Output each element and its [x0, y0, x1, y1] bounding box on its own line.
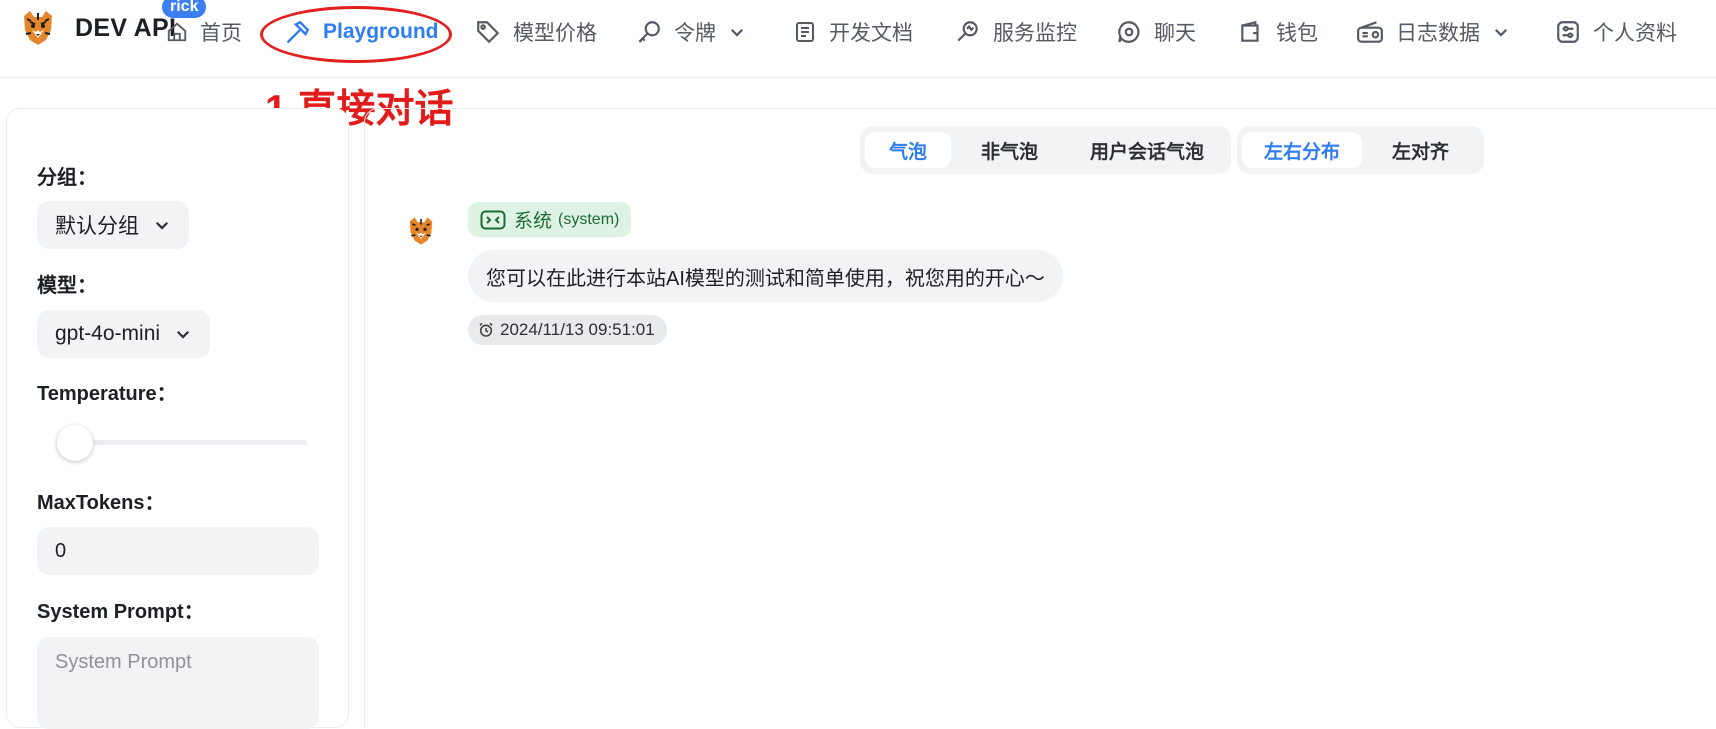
- nav-item-monitor[interactable]: 服务监控: [955, 12, 1077, 52]
- max-tokens-input[interactable]: [37, 527, 319, 575]
- nav-item-docs[interactable]: 开发文档: [793, 12, 913, 52]
- home-icon: [167, 22, 187, 42]
- key-icon: [638, 21, 660, 43]
- nav-item-chat[interactable]: 聊天: [1116, 12, 1196, 52]
- chevron-down-icon: [155, 221, 169, 230]
- brand-title[interactable]: DEV API: [75, 14, 176, 43]
- message-timestamp: 2024/11/13 09:51:01: [468, 315, 667, 345]
- nav-item-logs[interactable]: 日志数据: [1356, 12, 1510, 52]
- tag-icon: [477, 21, 500, 44]
- settings-sidebar: 分组： 默认分组 模型： gpt-4o-mini Temperature： Ma…: [6, 108, 349, 729]
- group-select[interactable]: 默认分组: [37, 201, 189, 249]
- alarm-clock-icon: [479, 322, 493, 337]
- tiger-avatar-icon: [405, 212, 437, 250]
- bubble-style-option[interactable]: 用户会话气泡: [1068, 132, 1226, 168]
- nav-label: 聊天: [1154, 22, 1196, 45]
- model-label: 模型：: [37, 275, 97, 297]
- top-navigation-bar: DEV API rick 首页 Playground 模型价格 令牌 开发文档 …: [0, 0, 1716, 78]
- model-select-value: gpt-4o-mini: [55, 322, 161, 345]
- nav-label: 模型价格: [513, 22, 597, 45]
- terminal-icon: [480, 210, 506, 229]
- role-name: 系统: [514, 211, 553, 232]
- alignment-toggle: 左右分布 左对齐: [1237, 126, 1485, 174]
- role-sub: (system): [558, 210, 620, 228]
- nav-label: 开发文档: [829, 22, 913, 45]
- bubble-style-toggle: 气泡 非气泡 用户会话气泡: [860, 126, 1232, 174]
- system-role-tag: 系统 (system): [468, 202, 632, 237]
- message-bubble: 您可以在此进行本站AI模型的测试和简单使用，祝您用的开心～: [468, 250, 1063, 302]
- alignment-option[interactable]: 左对齐: [1362, 132, 1479, 168]
- annotation-circle: [260, 6, 452, 63]
- model-select[interactable]: gpt-4o-mini: [37, 310, 211, 358]
- temperature-slider-handle[interactable]: [57, 425, 93, 461]
- chevron-down-icon: [177, 330, 190, 339]
- settings-sliders-icon: [1557, 21, 1579, 43]
- bubble-style-option[interactable]: 非气泡: [951, 132, 1068, 168]
- nav-item-home[interactable]: 首页: [166, 12, 242, 52]
- timestamp-text: 2024/11/13 09:51:01: [500, 320, 655, 339]
- nav-label: 个人资料: [1593, 22, 1677, 45]
- temperature-label: Temperature：: [37, 383, 177, 405]
- nav-label: 首页: [200, 22, 242, 45]
- nav-item-profile[interactable]: 个人资料: [1555, 12, 1677, 52]
- nav-item-tokens[interactable]: 令牌: [636, 12, 746, 52]
- tiger-logo-icon[interactable]: [18, 8, 58, 48]
- nav-label: 服务监控: [993, 22, 1077, 45]
- alignment-option[interactable]: 左右分布: [1242, 132, 1363, 168]
- max-tokens-label: MaxTokens：: [37, 492, 165, 514]
- document-icon: [796, 22, 814, 42]
- group-select-value: 默认分组: [55, 215, 139, 238]
- wallet-icon: [1241, 20, 1259, 42]
- nav-item-wallet[interactable]: 钱包: [1238, 12, 1318, 52]
- chevron-down-icon: [1494, 28, 1508, 37]
- chevron-down-icon: [730, 28, 744, 37]
- system-prompt-input[interactable]: [37, 637, 319, 729]
- nav-item-model-pricing[interactable]: 模型价格: [475, 12, 597, 52]
- group-label: 分组：: [37, 167, 97, 189]
- radio-icon: [1357, 21, 1383, 43]
- monitor-icon: [957, 21, 978, 42]
- nav-label: 日志数据: [1396, 22, 1480, 45]
- bubble-style-option[interactable]: 气泡: [865, 132, 952, 168]
- nav-label: 钱包: [1276, 22, 1318, 45]
- chat-icon: [1118, 21, 1140, 43]
- system-prompt-label: System Prompt：: [37, 601, 204, 623]
- nav-label: 令牌: [674, 22, 716, 45]
- chat-panel: [364, 108, 1716, 728]
- temperature-slider-track[interactable]: [67, 440, 307, 445]
